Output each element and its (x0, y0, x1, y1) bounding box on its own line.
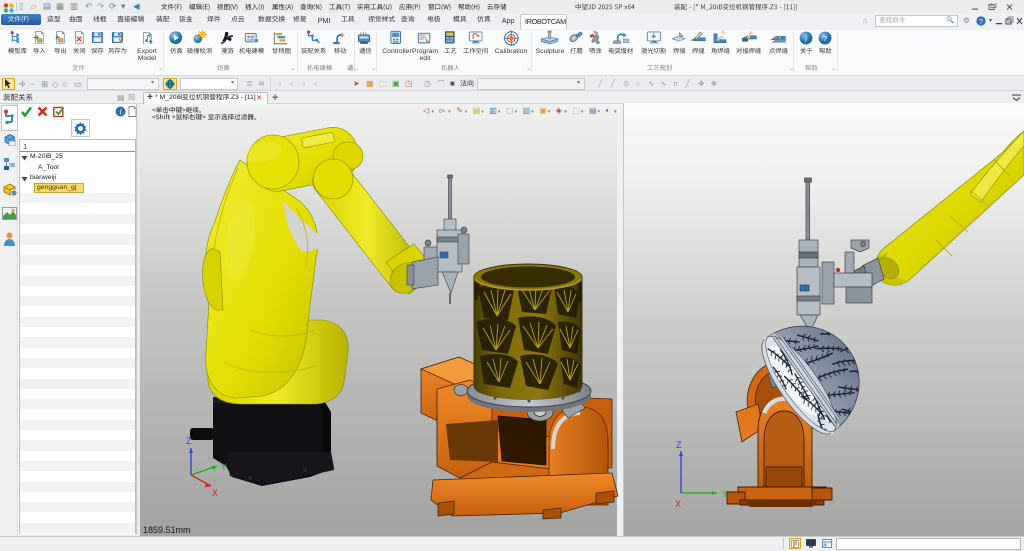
svg-text:Z: Z (676, 440, 682, 450)
svg-text:Y: Y (221, 462, 227, 472)
svg-text:X: X (675, 499, 681, 509)
svg-text:?: ? (979, 17, 983, 26)
svg-text:Y: Y (722, 489, 728, 499)
svg-text:X: X (212, 488, 218, 498)
svg-text:?: ? (823, 34, 827, 43)
svg-text:Z: Z (186, 436, 192, 446)
